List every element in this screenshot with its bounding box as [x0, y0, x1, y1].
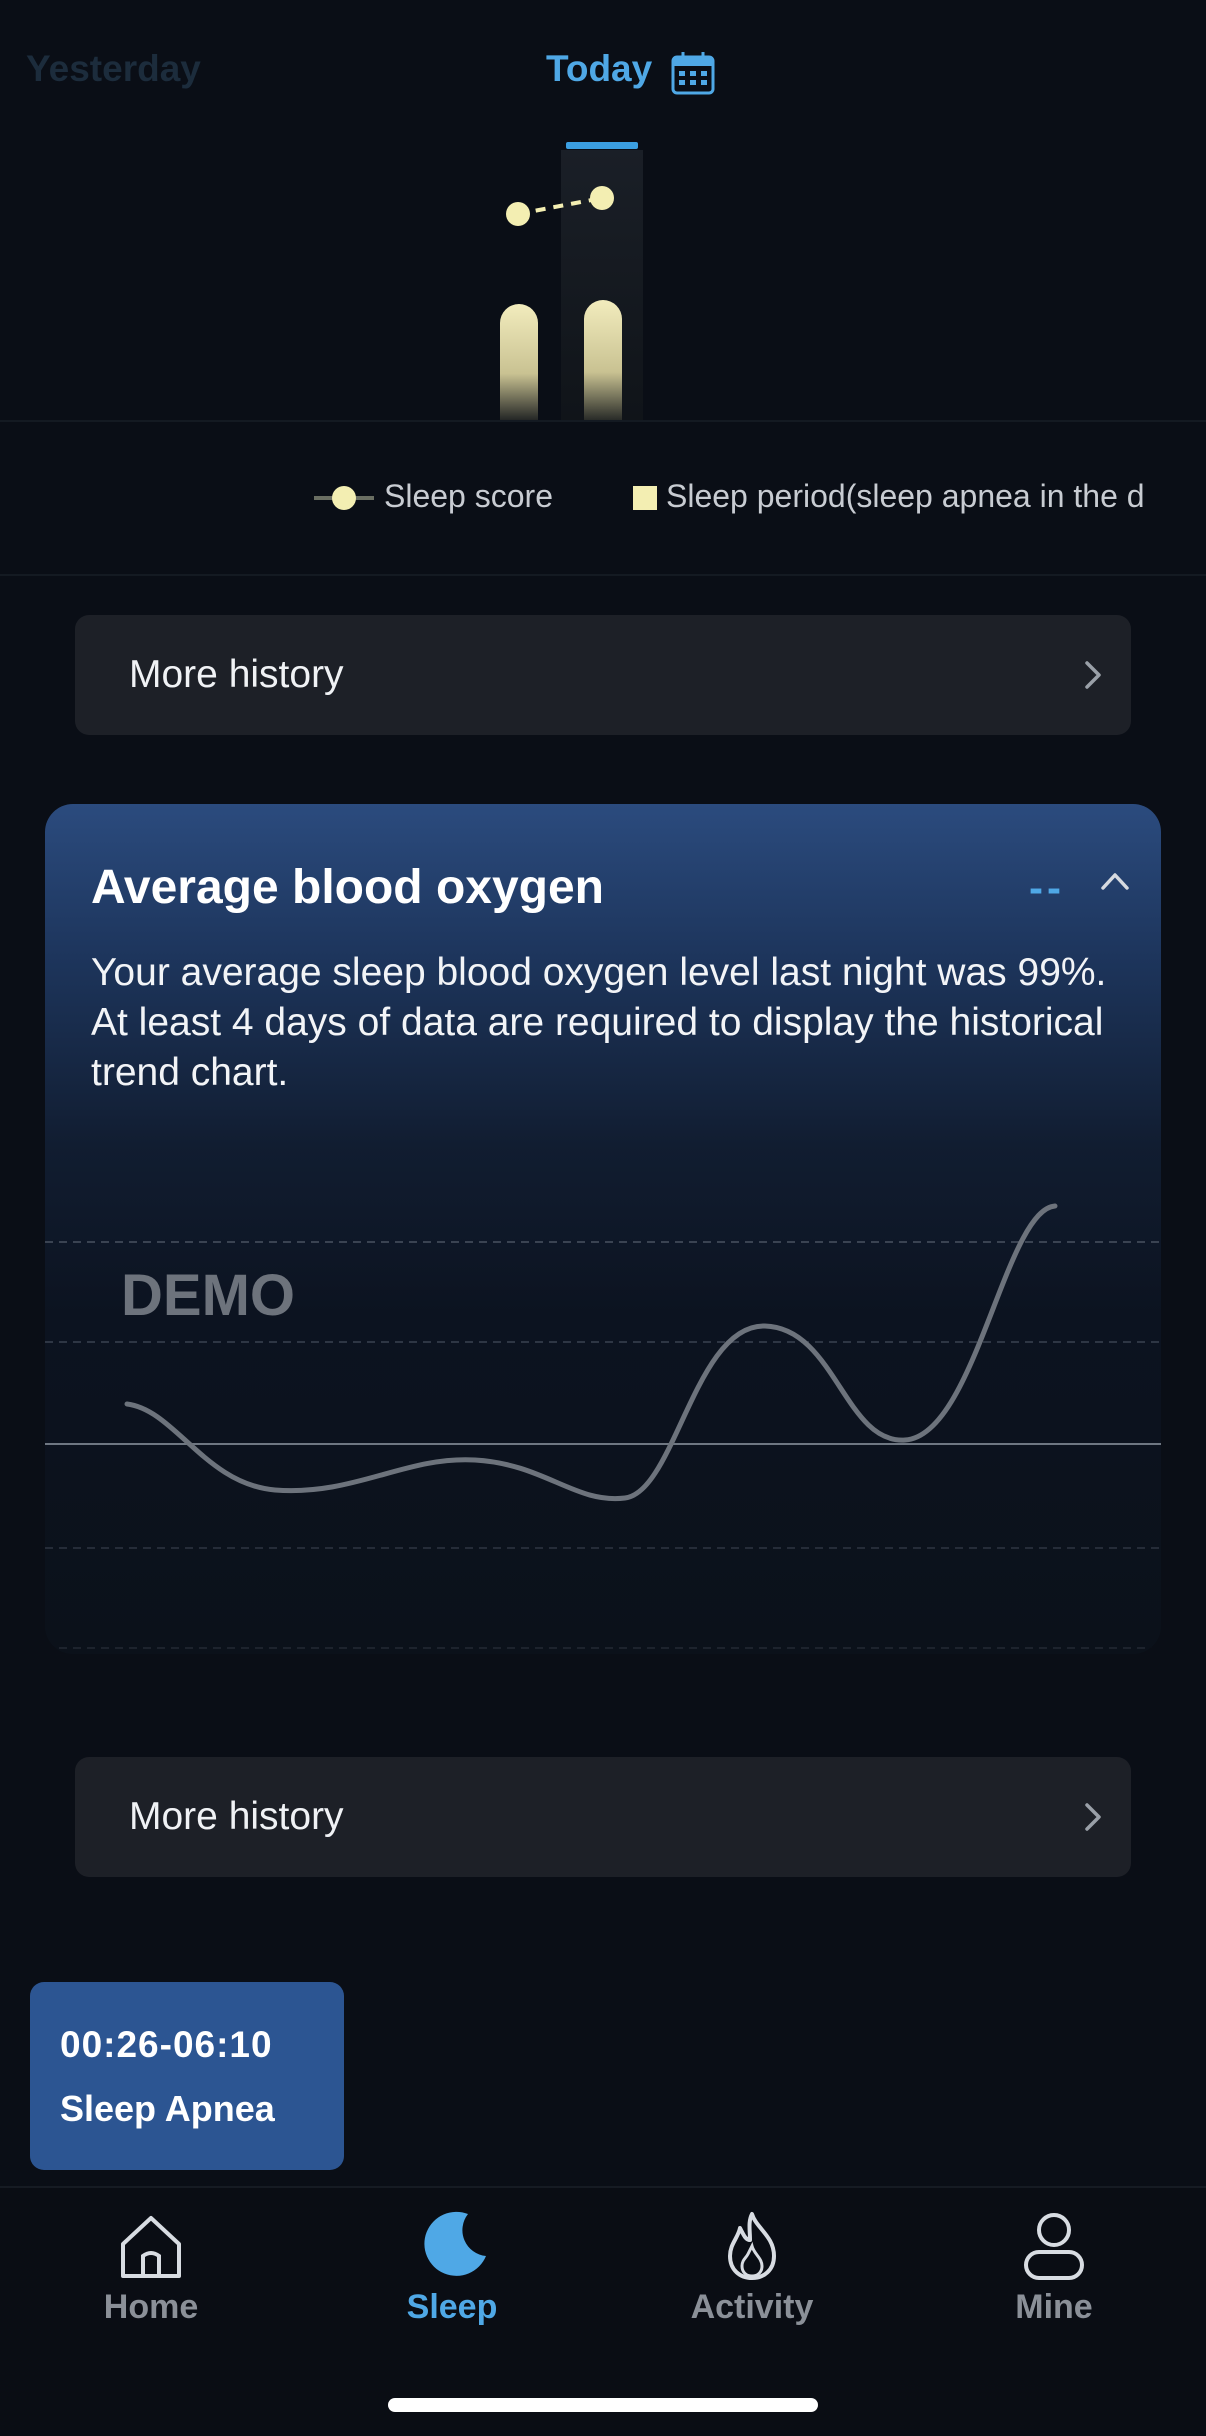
sleep-score-chart[interactable] — [0, 120, 1206, 420]
sleep-score-legend-icon — [314, 486, 374, 510]
apnea-time-range: 00:26-06:10 — [60, 2024, 273, 2065]
blood-oxygen-value: -- — [1029, 864, 1065, 911]
card-title: Average blood oxygen — [91, 861, 604, 914]
user-icon — [1024, 2213, 1084, 2280]
nav-sleep[interactable]: Sleep — [352, 2210, 552, 2330]
nav-home-label: Home — [103, 2288, 199, 2326]
more-history-button[interactable]: More history — [75, 1757, 1131, 1877]
flame-icon — [728, 2212, 776, 2280]
sleep-period-legend-icon — [633, 486, 657, 510]
legend-sleep-score: Sleep score — [384, 478, 553, 514]
demo-trend-chart — [45, 1203, 1161, 1649]
apnea-label: Sleep Apnea — [60, 2088, 275, 2129]
legend-sleep-period: Sleep period(sleep apnea in the d — [666, 478, 1145, 514]
home-indicator[interactable] — [388, 2398, 818, 2412]
sleep-score-line — [506, 186, 614, 226]
nav-activity[interactable]: Activity — [652, 2210, 852, 2330]
chevron-right-icon — [1085, 1803, 1101, 1831]
more-history-label: More history — [129, 653, 344, 696]
sleep-score-point-today — [590, 186, 614, 210]
card-description: Your average sleep blood oxygen level la… — [91, 951, 1107, 1094]
nav-mine-label: Mine — [1015, 2288, 1093, 2326]
sleep-score-point-yesterday — [506, 202, 530, 226]
blood-oxygen-card: Average blood oxygen -- Your average sle… — [45, 804, 1161, 1654]
divider — [0, 420, 1206, 422]
moon-icon — [424, 2211, 486, 2276]
chevron-up-icon[interactable] — [1099, 870, 1131, 892]
demo-watermark: DEMO — [121, 1263, 295, 1328]
nav-home[interactable]: Home — [51, 2210, 251, 2330]
tab-yesterday[interactable]: Yesterday — [26, 48, 201, 90]
nav-sleep-label: Sleep — [406, 2288, 498, 2326]
calendar-icon[interactable] — [670, 50, 716, 96]
more-history-label: More history — [129, 1795, 344, 1838]
nav-mine[interactable]: Mine — [954, 2210, 1154, 2330]
more-history-button[interactable]: More history — [75, 615, 1131, 735]
chevron-right-icon — [1085, 661, 1101, 689]
tab-today[interactable]: Today — [546, 48, 652, 90]
nav-activity-label: Activity — [690, 2288, 814, 2326]
home-icon — [121, 2216, 181, 2278]
sleep-apnea-tooltip[interactable]: 00:26-06:10 Sleep Apnea — [30, 1982, 344, 2170]
divider — [0, 574, 1206, 576]
